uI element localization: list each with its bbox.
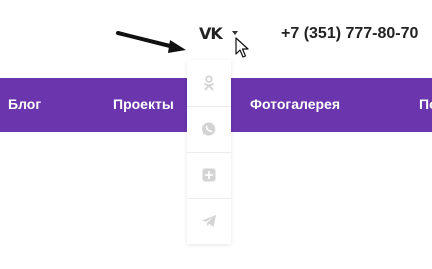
nav-item-photo-gallery[interactable]: Фотогалерея: [250, 78, 340, 132]
annotation-arrow-icon: [116, 31, 186, 53]
odnoklassniki-icon: [204, 75, 214, 91]
plus-link[interactable]: [187, 152, 231, 198]
vk-icon[interactable]: VK: [199, 24, 223, 44]
mouse-cursor-icon: [235, 37, 249, 58]
whatsapp-link[interactable]: [187, 106, 231, 152]
telegram-link[interactable]: [187, 198, 231, 244]
telegram-icon: [202, 215, 216, 227]
nav-item-projects[interactable]: Проекты: [113, 78, 174, 132]
social-dropdown: [187, 60, 231, 244]
nav-item-truncated[interactable]: По: [419, 78, 432, 132]
phone-number[interactable]: +7 (351) 777-80-70: [281, 24, 418, 44]
nav-item-blog[interactable]: Блог: [8, 78, 41, 132]
chevron-down-icon[interactable]: [232, 31, 238, 35]
plus-square-icon: [202, 168, 216, 182]
odnoklassniki-link[interactable]: [187, 60, 231, 106]
whatsapp-icon: [202, 122, 216, 136]
